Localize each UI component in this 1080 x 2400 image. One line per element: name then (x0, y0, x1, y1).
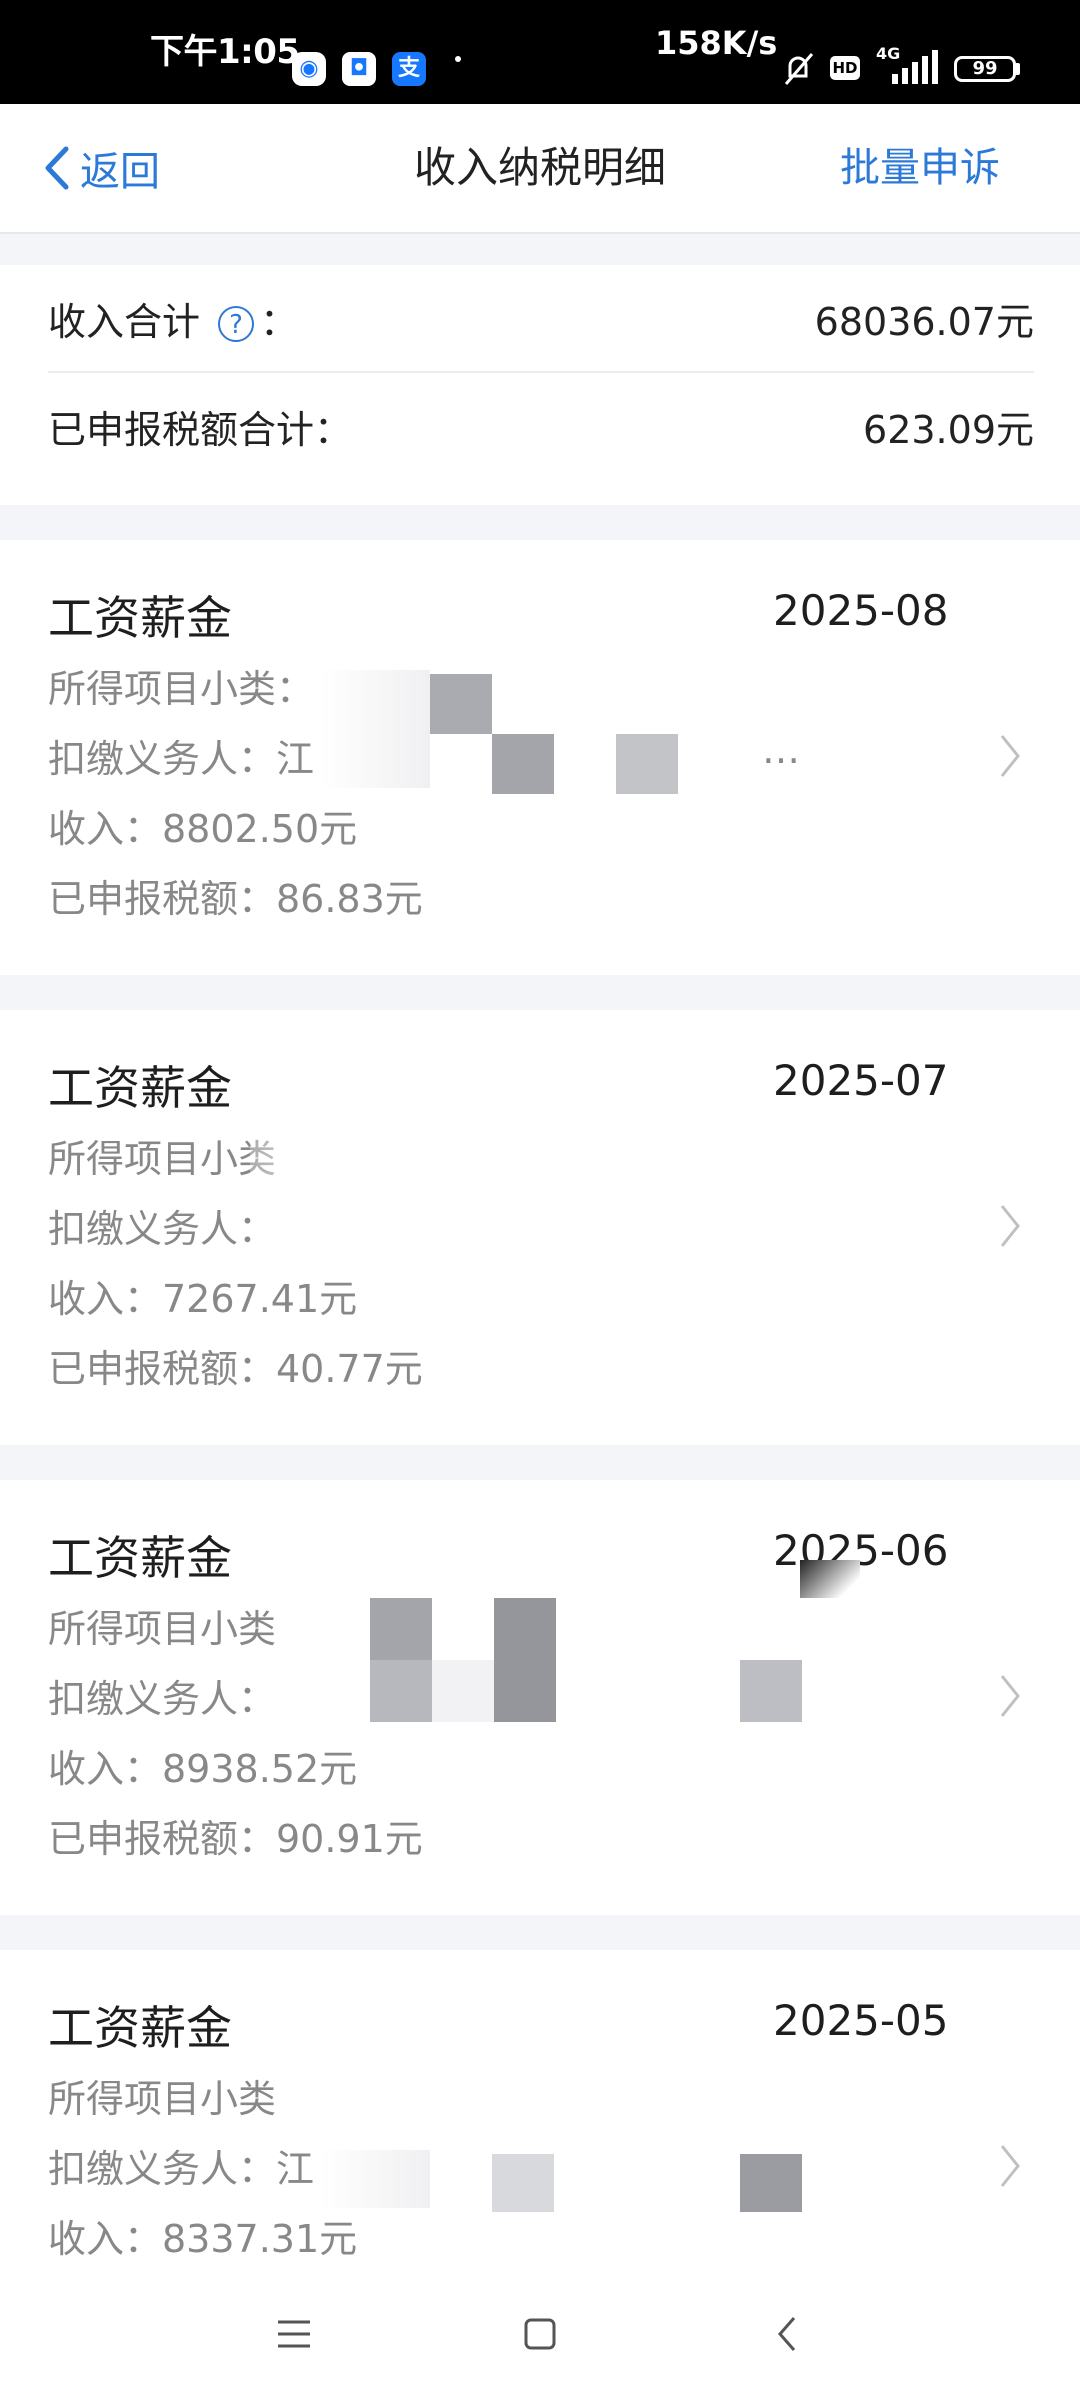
help-icon[interactable]: ? (218, 306, 255, 342)
redaction-mosaic (250, 1128, 370, 1258)
redaction-mosaic (370, 1598, 432, 1660)
redaction-mosaic (290, 1598, 370, 1728)
tax-total-value: 623.09元 (863, 407, 1034, 452)
income-total-label: 收入合计 (48, 299, 201, 344)
redaction-mosaic (432, 1660, 494, 1722)
tax-total-row: 已申报税额合计： 623.09元 (48, 373, 1034, 479)
record-subcategory: 所得项目小类： (48, 667, 315, 711)
status-bar: 下午1:05 ◉ ◘ 支 158K/s HD 4G 99 (0, 0, 1080, 104)
chevron-right-icon (1000, 2145, 1020, 2187)
system-nav-bar (0, 2268, 1080, 2400)
redaction-mosaic (492, 734, 554, 794)
record-income: 收入：8802.50元 (48, 807, 358, 851)
qq-browser-icon: ◉ (292, 52, 326, 86)
app-icon: ◘ (342, 52, 376, 86)
redaction-mosaic (320, 2150, 430, 2208)
status-time: 下午1:05 (150, 32, 300, 72)
batch-appeal-button[interactable]: 批量申诉 (840, 134, 1000, 202)
redaction-mosaic (370, 1660, 432, 1722)
income-total-value: 68036.07元 (814, 299, 1034, 344)
redaction-mosaic (800, 1560, 860, 1598)
redaction-mosaic (740, 1660, 802, 1722)
network-speed: 158K/s (655, 24, 778, 62)
redaction-mosaic (616, 734, 678, 794)
record-subcategory: 所得项目小类 (48, 1607, 277, 1651)
summary-panel: 收入合计?： 68036.07元 已申报税额合计： 623.09元 (0, 265, 1080, 505)
record-subcategory: 所得项目小类 (48, 1137, 277, 1181)
chevron-right-icon (1000, 1205, 1020, 1247)
redaction-mosaic (430, 674, 492, 734)
record-card[interactable]: 工资薪金 2025-07 所得项目小类 扣缴义务人： 收入：7267.41元 已… (0, 1010, 1080, 1445)
record-tax: 已申报税额：40.77元 (48, 1347, 423, 1391)
record-date: 2025-05 (773, 1996, 949, 2045)
alipay-icon: 支 (392, 52, 426, 86)
record-withholder: 扣缴义务人：江 (48, 737, 315, 781)
notification-dot-icon (455, 56, 461, 62)
back-label: 返回 (80, 149, 160, 195)
menu-icon[interactable] (272, 2312, 316, 2356)
chevron-left-icon (45, 146, 69, 190)
income-total-label-wrap: 收入合计?： (48, 291, 298, 346)
record-withholder: 扣缴义务人： (48, 1677, 277, 1721)
record-tax: 已申报税额：90.91元 (48, 1817, 423, 1861)
hd-icon: HD (830, 56, 860, 80)
record-card[interactable]: 工资薪金 2025-08 所得项目小类： 扣缴义务人：江 … 收入：8802.5… (0, 540, 1080, 975)
record-income: 收入：7267.41元 (48, 1277, 358, 1321)
record-subcategory: 所得项目小类 (48, 2077, 277, 2121)
battery-icon: 99 (954, 56, 1016, 82)
signal-icon (892, 50, 938, 84)
redaction-mosaic (740, 2154, 802, 2212)
record-date: 2025-07 (773, 1056, 949, 1105)
back-button[interactable]: 返回 (40, 134, 160, 202)
tax-total-label: 已申报税额合计： (48, 407, 353, 452)
chevron-right-icon (1000, 735, 1020, 777)
mute-bell-icon (784, 53, 814, 85)
record-income: 收入：8938.52元 (48, 1747, 358, 1791)
redaction-mosaic (494, 1598, 556, 1722)
record-withholder: 扣缴义务人： (48, 1207, 277, 1251)
chevron-right-icon (1000, 1675, 1020, 1717)
home-icon[interactable] (518, 2312, 562, 2356)
record-date: 2025-08 (773, 586, 949, 635)
record-card[interactable]: 工资薪金 2025-06 所得项目小类 扣缴义务人： 收入：8938.52元 已… (0, 1480, 1080, 1915)
back-nav-icon[interactable] (766, 2312, 810, 2356)
redaction-mosaic (320, 670, 430, 788)
battery-tip (1016, 63, 1020, 75)
record-category: 工资薪金 (48, 1061, 232, 1115)
record-withholder: 扣缴义务人：江 (48, 2147, 315, 2191)
redaction-mosaic (492, 2154, 554, 2212)
record-category: 工资薪金 (48, 2001, 232, 2055)
record-tax: 已申报税额：86.83元 (48, 877, 423, 921)
record-card[interactable]: 工资薪金 2025-05 所得项目小类 扣缴义务人：江 收入：8337.31元 (0, 1950, 1080, 2268)
income-total-row: 收入合计?： 68036.07元 (48, 265, 1034, 373)
nav-bar: 收入纳税明细 返回 批量申诉 (0, 104, 1080, 234)
income-total-colon: ： (260, 299, 299, 344)
record-category: 工资薪金 (48, 1531, 232, 1585)
record-category: 工资薪金 (48, 591, 232, 645)
record-withholder-tail: … (762, 728, 800, 772)
record-income: 收入：8337.31元 (48, 2217, 358, 2261)
